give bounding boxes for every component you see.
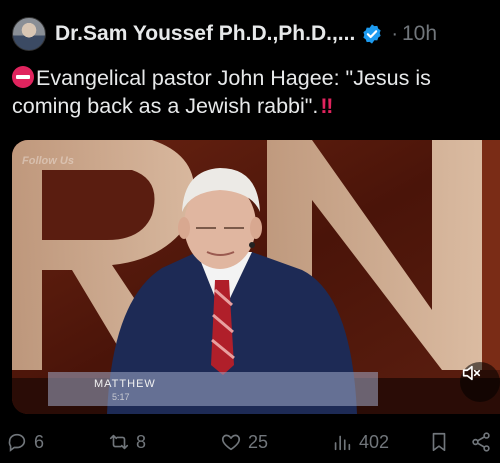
mute-toggle-button[interactable] [460, 362, 500, 402]
tweet-text: Evangelical pastor John Hagee: "Jesus is… [12, 66, 431, 118]
lower-third-banner: MATTHEW 5:17 [48, 372, 378, 406]
lower-third-subtitle: 5:17 [112, 392, 130, 402]
bookmark-icon [432, 432, 446, 452]
like-count: 25 [248, 431, 269, 452]
reply-count: 6 [34, 431, 45, 452]
reply-icon [8, 433, 26, 452]
heart-icon [221, 434, 241, 451]
views-bar-chart-icon [334, 435, 351, 451]
author-avatar[interactable] [12, 17, 46, 51]
video-watermark: Follow Us [22, 155, 74, 167]
share-icon [472, 432, 490, 452]
view-count: 402 [359, 431, 390, 452]
lower-third-title: MATTHEW [94, 378, 156, 390]
tweet-body: Evangelical pastor John Hagee: "Jesus is… [12, 64, 492, 120]
verified-badge-icon [363, 24, 381, 44]
repost-icon [109, 434, 129, 450]
post-time[interactable]: 10h [402, 22, 437, 46]
like-button[interactable]: 25 [220, 424, 268, 460]
repost-button[interactable]: 8 [108, 424, 146, 460]
action-bar: 6 8 25 402 [0, 424, 500, 460]
tweet-header: Dr.Sam Youssef Ph.D.,Ph.D.,... · 10h [12, 16, 490, 52]
share-button[interactable] [470, 424, 492, 460]
separator-dot: · [391, 22, 398, 45]
views-button[interactable]: 402 [331, 424, 389, 460]
double-exclamation-icon: ‼ [320, 94, 333, 118]
reply-button[interactable]: 6 [6, 424, 44, 460]
author-name[interactable]: Dr.Sam Youssef Ph.D.,Ph.D.,... [55, 22, 355, 46]
video-player[interactable]: Follow Us MATTHEW 5:17 [12, 140, 500, 414]
speaker-muted-icon [462, 365, 481, 381]
bookmark-button[interactable] [428, 424, 450, 460]
repost-count: 8 [136, 431, 147, 452]
no-entry-icon [12, 66, 34, 88]
